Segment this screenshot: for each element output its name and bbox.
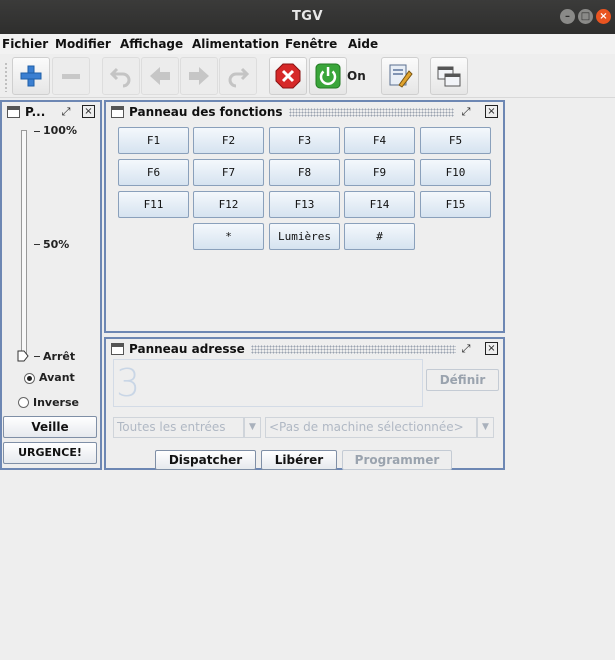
functions-panel-title: Panneau des fonctions	[129, 105, 283, 119]
forward-button[interactable]	[180, 57, 218, 95]
arrow-left-icon	[150, 67, 170, 85]
speed-slider-thumb[interactable]	[17, 350, 29, 362]
edit-document-icon	[389, 64, 413, 88]
address-value: 3	[116, 361, 141, 405]
power-icon	[315, 63, 341, 89]
chevron-down-icon[interactable]: ▼	[477, 417, 494, 438]
menu-bar: Fichier Modifier Affichage Alimentation …	[0, 34, 615, 54]
menu-fenetre[interactable]: Fenêtre	[285, 37, 337, 51]
release-button[interactable]: Libérer	[261, 450, 337, 470]
speed-label-mid: 50%	[43, 238, 70, 251]
speed-panel-header[interactable]: P... ⤢ ×	[2, 102, 100, 122]
frame-icon	[111, 343, 124, 355]
machine-select[interactable]: <Pas de machine sélectionnée>	[265, 417, 477, 438]
function-button[interactable]: F4	[344, 127, 415, 154]
redo-icon	[228, 67, 250, 88]
panel-close-icon[interactable]: ×	[82, 105, 95, 118]
title-grip	[251, 345, 456, 354]
define-button[interactable]: Définir	[426, 369, 499, 391]
add-button[interactable]	[12, 57, 50, 95]
speed-slider-track[interactable]	[21, 130, 27, 354]
function-button[interactable]: F10	[420, 159, 491, 186]
window-titlebar: TGV – □ ×	[0, 0, 615, 34]
radio-reverse-label[interactable]: Inverse	[33, 396, 79, 409]
add-icon	[20, 65, 42, 87]
function-button[interactable]: F7	[193, 159, 264, 186]
programming-button[interactable]	[381, 57, 419, 95]
title-grip	[289, 108, 454, 117]
minimize-button[interactable]: –	[560, 9, 575, 24]
function-button-lights[interactable]: Lumières	[269, 223, 340, 250]
function-button[interactable]: F14	[344, 191, 415, 218]
toolbar-grip[interactable]	[4, 62, 8, 92]
redo-button[interactable]	[219, 57, 257, 95]
remove-button[interactable]	[52, 57, 90, 95]
menu-alimentation[interactable]: Alimentation	[192, 37, 279, 51]
remove-icon	[62, 74, 80, 79]
speed-label-max: 100%	[43, 124, 77, 137]
frame-icon	[7, 106, 20, 118]
emergency-button[interactable]: URGENCE!	[3, 442, 97, 464]
speed-panel-title: P...	[25, 105, 46, 119]
undo-button[interactable]	[102, 57, 140, 95]
arrow-right-icon	[189, 67, 209, 85]
function-button[interactable]: F1	[118, 127, 189, 154]
power-button[interactable]	[309, 57, 347, 95]
standby-button[interactable]: Veille	[3, 416, 97, 438]
windows-button[interactable]	[430, 57, 468, 95]
windows-icon	[437, 66, 461, 87]
tick-0	[34, 356, 40, 357]
speed-panel: P... ⤢ ×	[0, 100, 102, 470]
function-button-hash[interactable]: #	[344, 223, 415, 250]
function-button[interactable]: F3	[269, 127, 340, 154]
back-button[interactable]	[141, 57, 179, 95]
close-button[interactable]: ×	[596, 9, 611, 24]
function-button[interactable]: F8	[269, 159, 340, 186]
functions-panel-header[interactable]: Panneau des fonctions ⤢ ×	[106, 102, 503, 122]
stop-icon	[275, 63, 301, 89]
panel-close-icon[interactable]: ×	[485, 342, 498, 355]
menu-affichage[interactable]: Affichage	[120, 37, 183, 51]
undo-icon	[109, 67, 131, 88]
menu-fichier[interactable]: Fichier	[2, 37, 48, 51]
menu-modifier[interactable]: Modifier	[55, 37, 111, 51]
panel-minimize-icon[interactable]: ⤢	[59, 105, 73, 119]
maximize-button[interactable]: □	[578, 9, 593, 24]
address-panel-title: Panneau adresse	[129, 342, 245, 356]
function-button[interactable]: F12	[193, 191, 264, 218]
radio-reverse[interactable]	[18, 397, 29, 408]
panel-close-icon[interactable]: ×	[485, 105, 498, 118]
function-button-star[interactable]: *	[193, 223, 264, 250]
dispatch-button[interactable]: Dispatcher	[155, 450, 256, 470]
power-status-label: On	[347, 69, 366, 83]
function-button[interactable]: F2	[193, 127, 264, 154]
menu-aide[interactable]: Aide	[348, 37, 378, 51]
toolbar: On	[0, 54, 615, 98]
address-panel-header[interactable]: Panneau adresse ⤢ ×	[106, 339, 503, 359]
emergency-stop-button[interactable]	[269, 57, 307, 95]
chevron-down-icon[interactable]: ▼	[244, 417, 261, 438]
frame-icon	[111, 106, 124, 118]
function-button[interactable]: F13	[269, 191, 340, 218]
function-button[interactable]: F15	[420, 191, 491, 218]
program-button[interactable]: Programmer	[342, 450, 452, 470]
window-title: TGV	[291, 9, 324, 24]
function-button[interactable]: F5	[420, 127, 491, 154]
radio-forward-label[interactable]: Avant	[39, 371, 75, 384]
tick-50	[34, 244, 40, 245]
function-button[interactable]: F11	[118, 191, 189, 218]
tick-100	[34, 131, 40, 132]
radio-forward[interactable]	[24, 373, 35, 384]
function-button[interactable]: F6	[118, 159, 189, 186]
address-input[interactable]: 3	[113, 359, 423, 407]
speed-label-stop: Arrêt	[43, 350, 76, 363]
function-button[interactable]: F9	[344, 159, 415, 186]
filter-select[interactable]: Toutes les entrées	[113, 417, 244, 438]
panel-minimize-icon[interactable]: ⤢	[459, 105, 473, 119]
panel-minimize-icon[interactable]: ⤢	[459, 342, 473, 356]
